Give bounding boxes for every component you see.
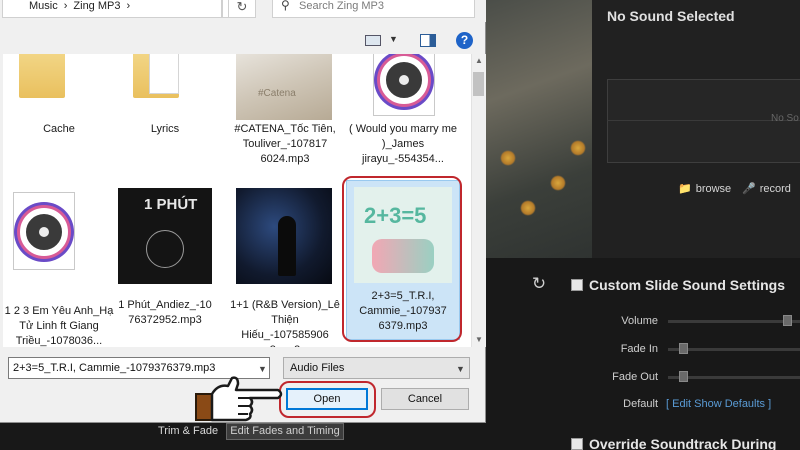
file-item-123-em-yeu-anh[interactable]: 1 2 3 Em Yêu Anh_Hạ Tử Linh ft Giang Tri… [3, 188, 115, 347]
address-bar[interactable]: Music › Zing MP3 › [2, 0, 222, 18]
album-art-text: #Catena [258, 88, 296, 99]
custom-settings-checkbox[interactable] [571, 279, 583, 291]
preview-pane-icon[interactable] [420, 34, 436, 47]
file-item-1-phut[interactable]: 1 PHÚT 1 Phút_Andiez_-10 76372952.mp3 [109, 188, 221, 347]
file-item-catena[interactable]: #Catena #CATENA_Tốc Tiên, Touliver_-1078… [229, 54, 341, 180]
file-type-select[interactable]: Audio Files [283, 357, 470, 379]
fade-in-label: Fade In [620, 343, 658, 355]
document-icon [149, 54, 179, 94]
no-sound-placeholder: No So [771, 113, 799, 124]
chevron-down-icon[interactable]: ▼ [456, 364, 465, 374]
album-art-thumbnail [236, 188, 332, 284]
hand-pointer-icon [195, 376, 283, 422]
record-label: record [759, 182, 791, 195]
file-label: Lyrics [150, 123, 180, 135]
album-art-text: 1 PHÚT [144, 196, 198, 213]
scroll-down-icon[interactable]: ▼ [475, 335, 483, 344]
override-heading: Override Soundtrack During This [589, 436, 777, 450]
open-file-dialog: Music › Zing MP3 › ▾ ↻ Search Zing MP3 ⚲… [0, 0, 486, 423]
scroll-up-icon[interactable]: ▲ [475, 56, 483, 65]
fade-in-slider-knob[interactable] [679, 343, 688, 354]
file-item-would-you-marry-me[interactable]: ( Would you marry me )_James jirayu_-554… [347, 54, 459, 180]
disc-icon [380, 56, 428, 104]
breadcrumb-zing-mp3[interactable]: Zing MP3 [73, 0, 120, 17]
default-label: Default [623, 398, 658, 410]
edit-show-defaults-link[interactable]: [ Edit Show Defaults ] [666, 398, 771, 410]
volume-slider[interactable] [668, 320, 800, 323]
custom-settings-heading: Custom Slide Sound Settings [589, 277, 786, 293]
breadcrumb-separator: › [126, 0, 131, 12]
highlight-ring [279, 381, 376, 418]
fade-out-slider-knob[interactable] [679, 371, 688, 382]
slide-preview [480, 0, 592, 258]
cancel-button[interactable]: Cancel [381, 388, 469, 410]
file-label: ( Would you marry me )_James jirayu_-554… [349, 123, 457, 165]
volume-label: Volume [621, 315, 658, 327]
file-label: Cache [43, 123, 75, 135]
clock-icon [146, 230, 184, 268]
file-item-1-plus-1[interactable]: 1+1 (R&B Version)_Lê Thiện Hiếu_-1075859… [229, 188, 341, 347]
browse-button[interactable]: 📁 browse [678, 182, 732, 196]
highlight-ring [342, 176, 462, 342]
reset-icon[interactable]: ↻ [529, 274, 549, 294]
trim-fade-label: Trim & Fade [158, 425, 219, 437]
file-label: 1 2 3 Em Yêu Anh_Hạ Tử Linh ft Giang Tri… [4, 305, 114, 347]
file-item-cache[interactable]: Cache [3, 54, 115, 144]
album-art-thumbnail: #Catena [236, 54, 332, 120]
record-button[interactable]: 🎤 record [742, 182, 791, 196]
flower-decoration [500, 150, 516, 166]
microphone-icon: 🎤 [742, 183, 756, 195]
search-icon: ⚲ [281, 0, 290, 12]
file-item-lyrics[interactable]: Lyrics [109, 54, 221, 144]
scrollbar[interactable] [471, 54, 486, 347]
flower-decoration [520, 200, 536, 216]
override-checkbox[interactable] [571, 438, 583, 450]
file-label: 1+1 (R&B Version)_Lê Thiện Hiếu_-1075859… [230, 299, 340, 347]
file-label: 1 Phút_Andiez_-10 76372952.mp3 [118, 299, 212, 326]
no-sound-title: No Sound Selected [607, 8, 735, 24]
folder-icon: 📁 [678, 183, 692, 195]
browse-label: browse [695, 182, 732, 195]
search-input[interactable]: Search Zing MP3 [272, 0, 475, 18]
flower-decoration [550, 175, 566, 191]
scrollbar-thumb[interactable] [473, 72, 484, 96]
breadcrumb-music[interactable]: Music [29, 0, 58, 17]
breadcrumb-separator: › [63, 0, 68, 12]
file-label: #CATENA_Tốc Tiên, Touliver_-107817 6024.… [234, 123, 336, 165]
album-art-thumbnail: 1 PHÚT [118, 188, 212, 284]
singer-silhouette [278, 216, 296, 276]
change-view-icon[interactable] [365, 35, 381, 46]
chevron-down-icon[interactable]: ▼ [389, 34, 398, 44]
disc-icon [20, 208, 68, 256]
fade-out-label: Fade Out [612, 371, 658, 383]
flower-decoration [570, 140, 586, 156]
view-toolbar: ▼ ? [0, 30, 486, 52]
volume-slider-knob[interactable] [783, 315, 792, 326]
help-icon[interactable]: ? [456, 32, 473, 49]
refresh-button[interactable]: ↻ [228, 0, 256, 18]
edit-fades-button[interactable]: Edit Fades and Timing [226, 423, 344, 440]
chevron-down-icon[interactable]: ▼ [258, 364, 267, 374]
folder-icon [19, 54, 65, 98]
